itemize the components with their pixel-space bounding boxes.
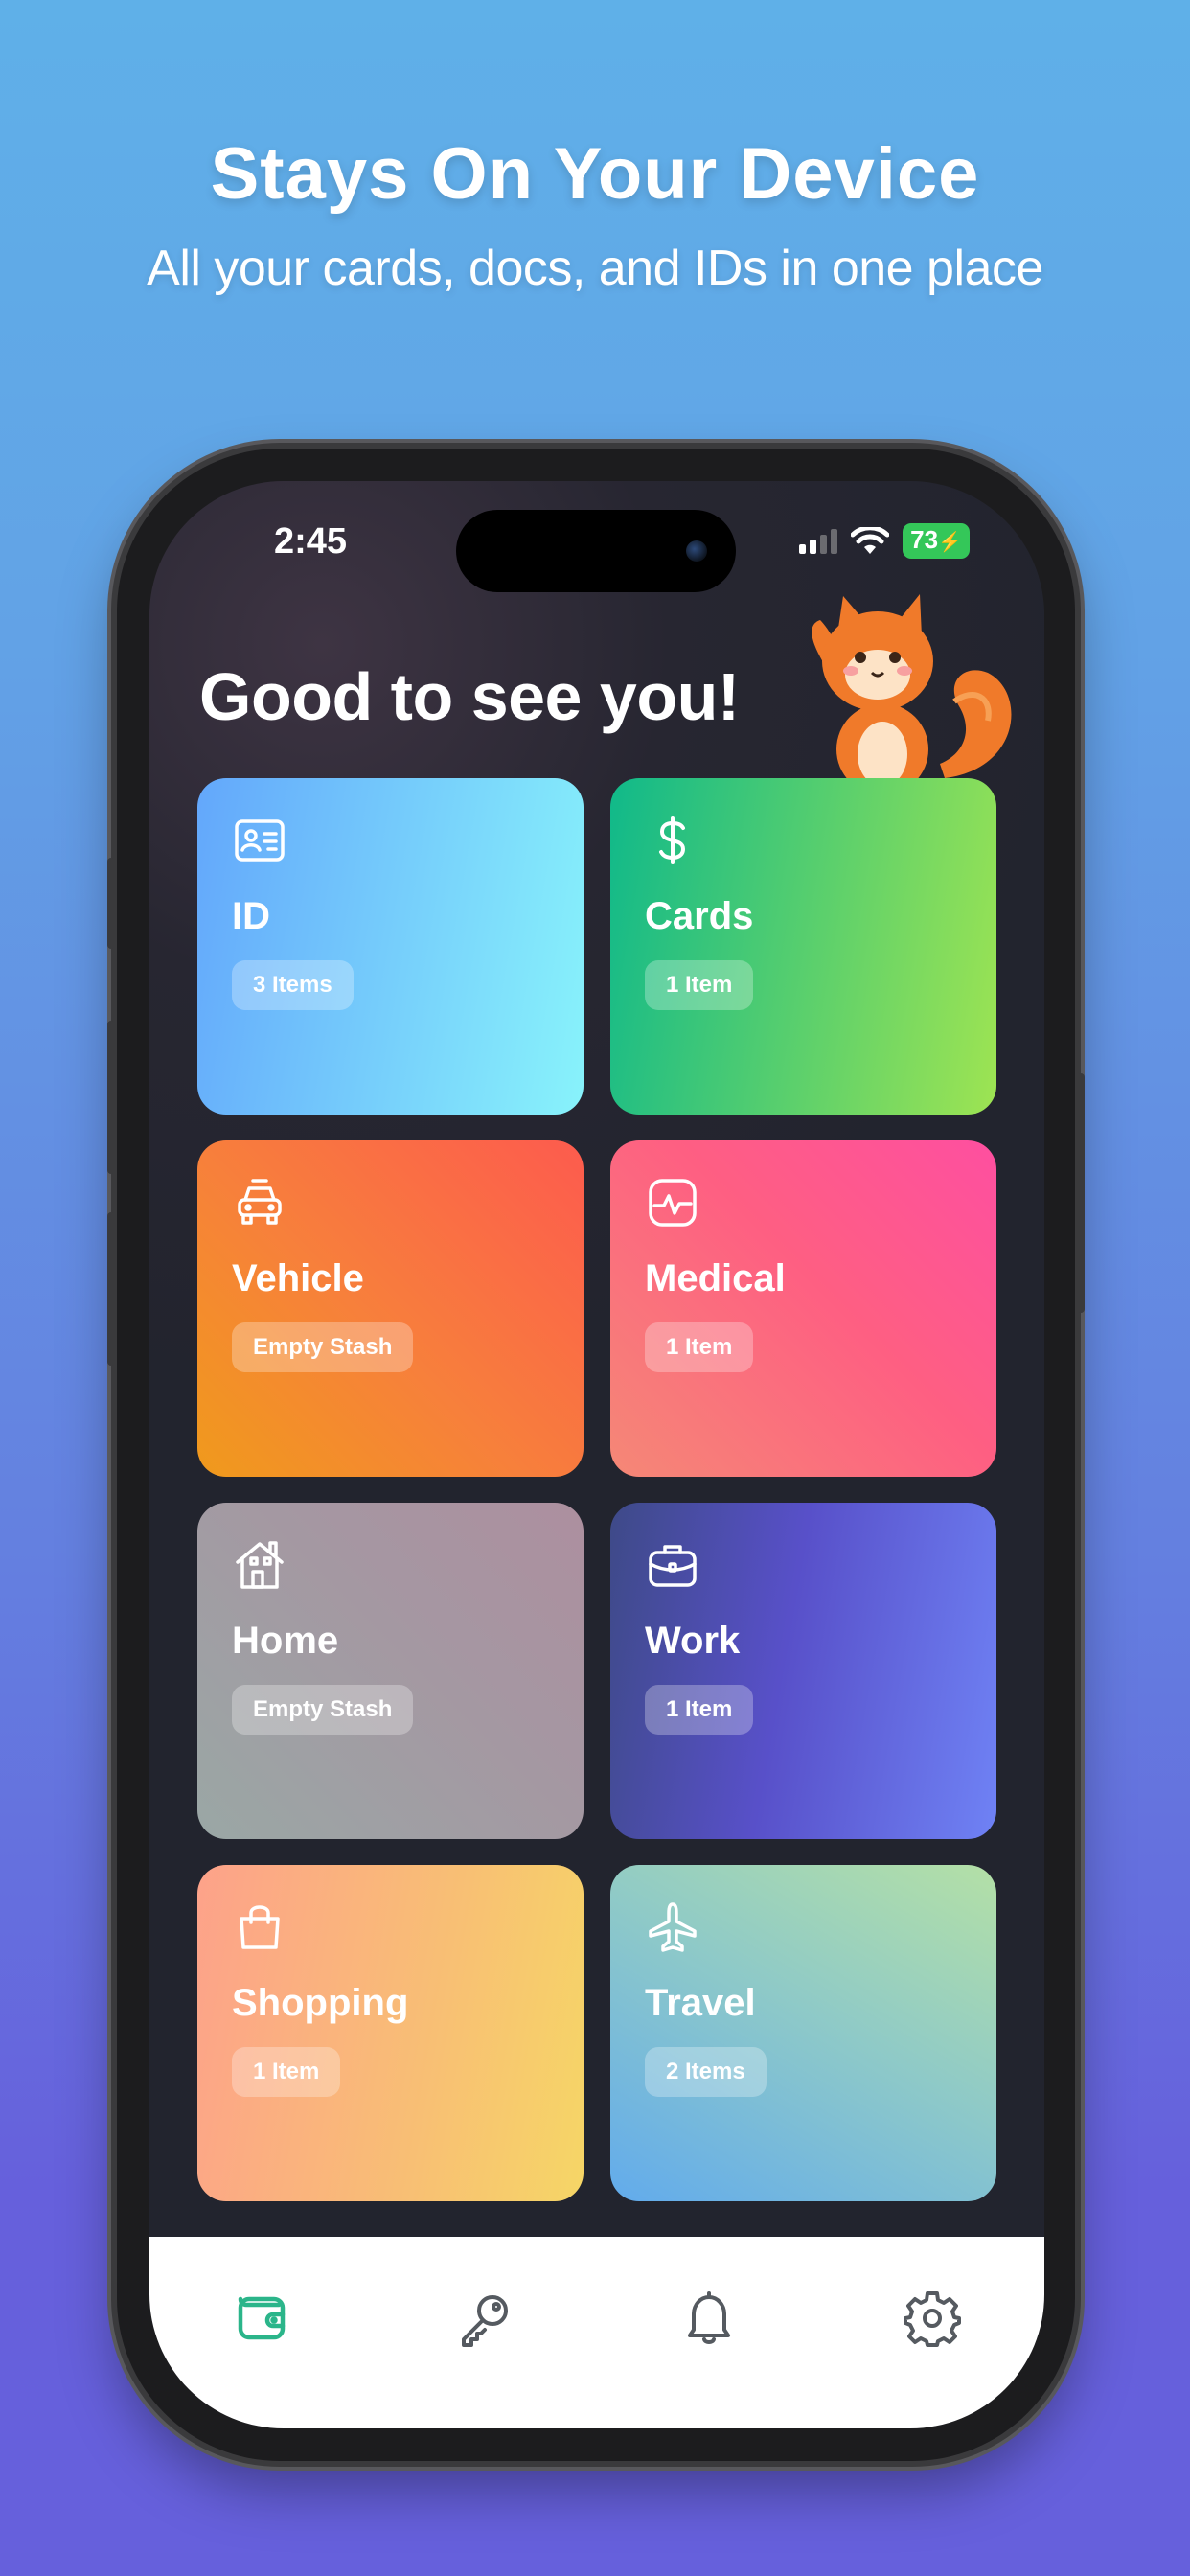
item-count-badge: 1 Item xyxy=(645,1685,754,1735)
heartbeat-icon xyxy=(645,1175,700,1230)
category-title: Work xyxy=(645,1620,741,1662)
id-card-icon xyxy=(232,813,287,868)
volume-up-button xyxy=(107,1021,115,1174)
bottom-tab-bar xyxy=(149,2237,1044,2428)
greeting: Good to see you! xyxy=(199,659,740,734)
battery-level: 73 xyxy=(910,525,939,554)
bell-icon xyxy=(687,2291,730,2344)
item-count-badge: 1 Item xyxy=(645,960,754,1010)
briefcase-icon xyxy=(645,1537,700,1593)
dynamic-island xyxy=(456,510,736,592)
house-icon xyxy=(232,1537,287,1593)
category-title: Cards xyxy=(645,895,754,937)
status-icons: 73⚡ xyxy=(799,523,970,559)
volume-down-button xyxy=(107,1212,115,1366)
category-card-cards[interactable]: Cards 1 Item xyxy=(610,778,996,1115)
category-card-travel[interactable]: Travel 2 Items xyxy=(610,1865,996,2201)
car-icon xyxy=(232,1175,287,1230)
tab-wallet[interactable] xyxy=(218,2275,305,2361)
shopping-bag-icon xyxy=(232,1899,287,1955)
tab-notifications[interactable] xyxy=(666,2275,752,2361)
airplane-icon xyxy=(645,1899,700,1955)
item-count-badge: Empty Stash xyxy=(232,1685,414,1735)
key-icon xyxy=(462,2295,509,2347)
tab-settings[interactable] xyxy=(889,2275,975,2361)
item-count-badge: 1 Item xyxy=(645,1322,754,1372)
category-card-home[interactable]: Home Empty Stash xyxy=(197,1503,584,1839)
item-count-badge: Empty Stash xyxy=(232,1322,414,1372)
item-count-badge: 3 Items xyxy=(232,960,354,1010)
action-button xyxy=(107,858,115,949)
category-title: Home xyxy=(232,1620,339,1662)
camera-icon xyxy=(686,540,707,562)
squirrel-mascot xyxy=(812,594,1012,788)
category-grid: ID 3 Items Cards 1 Item Vehicle Empty St… xyxy=(197,778,996,2201)
tab-passwords[interactable] xyxy=(442,2275,528,2361)
category-title: Vehicle xyxy=(232,1257,364,1300)
app-screen: 2:45 73⚡ Good to see you! ID 3 Items Car… xyxy=(149,481,1044,2428)
category-title: ID xyxy=(232,895,270,937)
item-count-badge: 1 Item xyxy=(232,2047,341,2097)
category-card-vehicle[interactable]: Vehicle Empty Stash xyxy=(197,1140,584,1477)
charging-bolt-icon: ⚡ xyxy=(938,532,962,553)
cellular-signal-icon xyxy=(799,528,838,554)
category-card-id[interactable]: ID 3 Items xyxy=(197,778,584,1115)
gear-icon xyxy=(904,2291,962,2347)
battery-indicator: 73⚡ xyxy=(903,523,970,559)
power-button xyxy=(1077,1073,1085,1313)
category-title: Shopping xyxy=(232,1982,409,2024)
category-card-work[interactable]: Work 1 Item xyxy=(610,1503,996,1839)
subheadline: All your cards, docs, and IDs in one pla… xyxy=(147,241,1043,296)
category-card-shopping[interactable]: Shopping 1 Item xyxy=(197,1865,584,2201)
category-card-medical[interactable]: Medical 1 Item xyxy=(610,1140,996,1477)
wallet-icon xyxy=(238,2296,285,2340)
category-title: Medical xyxy=(645,1257,786,1300)
dollar-icon xyxy=(645,813,700,868)
wifi-icon xyxy=(851,526,890,554)
category-title: Travel xyxy=(645,1982,756,2024)
headline: Stays On Your Device xyxy=(210,133,980,215)
item-count-badge: 2 Items xyxy=(645,2047,767,2097)
status-time: 2:45 xyxy=(274,521,348,562)
